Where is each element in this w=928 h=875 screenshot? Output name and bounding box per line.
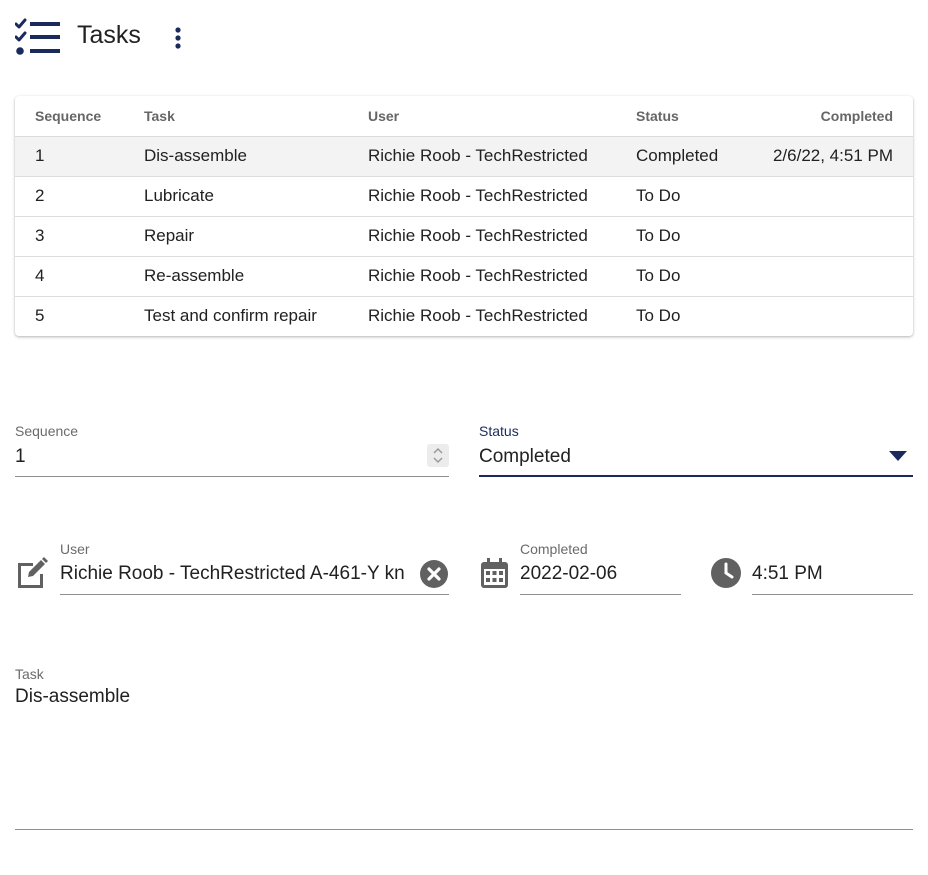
column-header-status[interactable]: Status — [636, 96, 756, 137]
table-row[interactable]: 3 Repair Richie Roob - TechRestricted To… — [15, 216, 913, 256]
status-label: Status — [479, 423, 519, 439]
column-header-sequence[interactable]: Sequence — [15, 96, 144, 137]
cell-task: Test and confirm repair — [144, 306, 317, 326]
table-row[interactable]: 1 Dis-assemble Richie Roob - TechRestric… — [15, 136, 913, 176]
cell-completed — [756, 296, 913, 336]
cell-user: Richie Roob - TechRestricted — [368, 306, 588, 326]
table-row[interactable]: 4 Re-assemble Richie Roob - TechRestrict… — [15, 256, 913, 296]
cell-user: Richie Roob - TechRestricted — [368, 266, 588, 285]
task-textarea[interactable]: Dis-assemble — [15, 686, 913, 708]
cell-completed: 2/6/22, 4:51 PM — [772, 146, 893, 165]
cell-sequence: 4 — [35, 266, 45, 285]
table-row[interactable]: 2 Lubricate Richie Roob - TechRestricted… — [15, 176, 913, 216]
cell-user: Richie Roob - TechRestricted — [368, 146, 588, 165]
sequence-input[interactable]: 1 — [15, 446, 415, 468]
cell-sequence: 2 — [35, 186, 45, 205]
completed-date-label: Completed — [520, 541, 588, 557]
completed-date-underline — [520, 594, 681, 595]
cell-completed — [756, 176, 913, 216]
cell-task: Repair — [144, 226, 195, 245]
cell-user: Richie Roob - TechRestricted — [368, 226, 588, 245]
more-vertical-icon[interactable] — [167, 24, 189, 52]
sequence-stepper[interactable] — [427, 444, 449, 467]
clock-icon[interactable] — [711, 558, 741, 588]
tasks-table: Sequence Task User Status Completed 1 Di… — [15, 96, 913, 336]
user-input[interactable]: Richie Roob - TechRestricted A-461-Y kn — [60, 563, 416, 585]
calendar-icon[interactable] — [481, 558, 508, 588]
user-label: User — [60, 541, 90, 557]
cell-task: Re-assemble — [144, 266, 245, 285]
clear-icon[interactable] — [419, 559, 449, 589]
sequence-underline — [15, 476, 449, 477]
cell-status: To Do — [636, 306, 681, 326]
cell-sequence: 1 — [35, 146, 45, 165]
cell-completed — [756, 216, 913, 256]
tasks-page: Tasks Sequence Task User Status Complete… — [0, 0, 928, 875]
column-header-task[interactable]: Task — [144, 96, 368, 137]
table-row[interactable]: 5 Test and confirm repair Richie Roob - … — [15, 296, 913, 336]
page-title: Tasks — [77, 21, 141, 49]
user-underline — [60, 594, 449, 595]
cell-sequence: 5 — [35, 306, 45, 326]
table-header-row: Sequence Task User Status Completed — [15, 96, 913, 137]
cell-completed — [756, 256, 913, 296]
cell-user: Richie Roob - TechRestricted — [368, 186, 588, 205]
cell-sequence: 3 — [35, 226, 45, 245]
column-header-completed[interactable]: Completed — [756, 96, 913, 137]
stepper-arrows-icon — [433, 447, 443, 464]
task-underline — [15, 829, 913, 830]
cell-status: To Do — [636, 226, 681, 245]
cell-task: Dis-assemble — [144, 146, 247, 165]
cell-status: To Do — [636, 266, 681, 285]
status-select[interactable]: Completed — [479, 446, 879, 468]
status-underline — [479, 475, 913, 477]
cell-task: Lubricate — [144, 186, 214, 205]
cell-status: To Do — [636, 186, 681, 205]
completed-time-underline — [752, 594, 913, 595]
column-header-user[interactable]: User — [368, 96, 636, 137]
cell-status: Completed — [636, 146, 719, 165]
dropdown-arrow-icon[interactable] — [889, 451, 907, 461]
edit-icon[interactable] — [15, 557, 49, 589]
task-label: Task — [15, 666, 44, 682]
completed-time-input[interactable]: 4:51 PM — [752, 563, 912, 585]
page-header: Tasks — [15, 16, 915, 60]
completed-date-input[interactable]: 2022-02-06 — [520, 563, 680, 585]
task-list-icon — [15, 18, 60, 55]
sequence-label: Sequence — [15, 423, 79, 439]
